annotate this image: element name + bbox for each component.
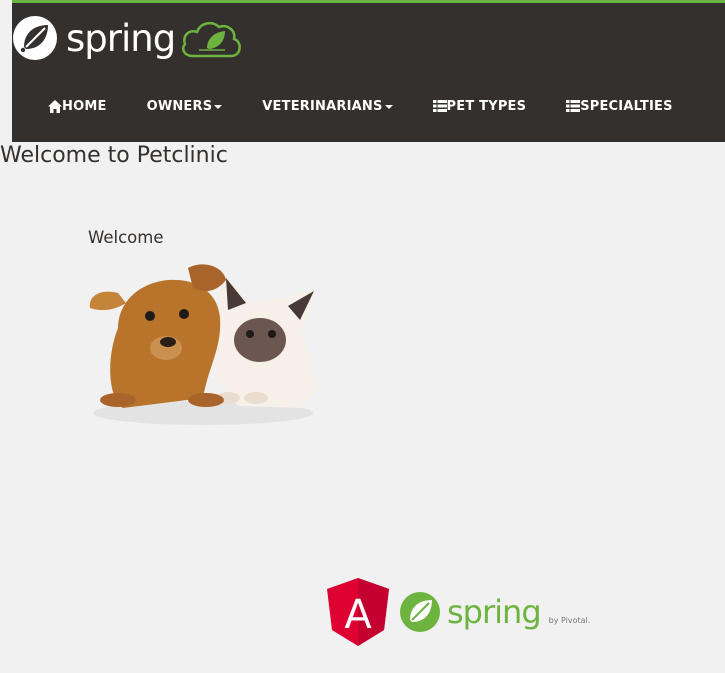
angular-logo-letter: A (344, 592, 372, 638)
leaf-cloud-badge-icon (182, 21, 242, 58)
puppy-and-kitten-image (89, 264, 318, 425)
angular-logo-icon: A (327, 578, 389, 646)
nav-pet-types-label: PET TYPES (446, 98, 527, 114)
nav-home-label: HOME (62, 98, 107, 114)
top-navbar: spring HOME OWNERS VETERINARIANS PET TYP… (12, 0, 725, 142)
welcome-heading: Welcome (88, 228, 164, 247)
brand-wordmark: spring (66, 16, 176, 60)
main-nav: HOME OWNERS VETERINARIANS PET TYPES SPEC (12, 91, 673, 121)
chevron-down-icon (384, 104, 393, 109)
nav-specialties[interactable]: SPECIALTIES (566, 99, 673, 114)
page-title: Welcome to Petclinic (0, 143, 228, 168)
brand-logo[interactable]: spring (12, 15, 243, 61)
nav-veterinarians[interactable]: VETERINARIANS (262, 98, 393, 114)
spring-leaf-icon (13, 16, 57, 60)
nav-specialties-label: SPECIALTIES (580, 98, 673, 114)
nav-home[interactable]: HOME (48, 99, 107, 114)
pivotal-text: by Pivotal. (548, 615, 591, 625)
footer-logos: A spring by Pivotal. (327, 578, 590, 646)
footer-spring-wordmark: spring (447, 593, 542, 631)
nav-owners[interactable]: OWNERS (147, 99, 223, 114)
nav-owners-label: OWNERS (146, 98, 213, 114)
nav-pet-types[interactable]: PET TYPES (432, 98, 527, 114)
nav-veterinarians-label: VETERINARIANS (262, 98, 383, 114)
list-icon (566, 100, 581, 112)
spring-leaf-icon (400, 592, 440, 632)
home-icon (48, 99, 62, 113)
chevron-down-icon (214, 104, 223, 109)
list-icon (432, 100, 447, 112)
